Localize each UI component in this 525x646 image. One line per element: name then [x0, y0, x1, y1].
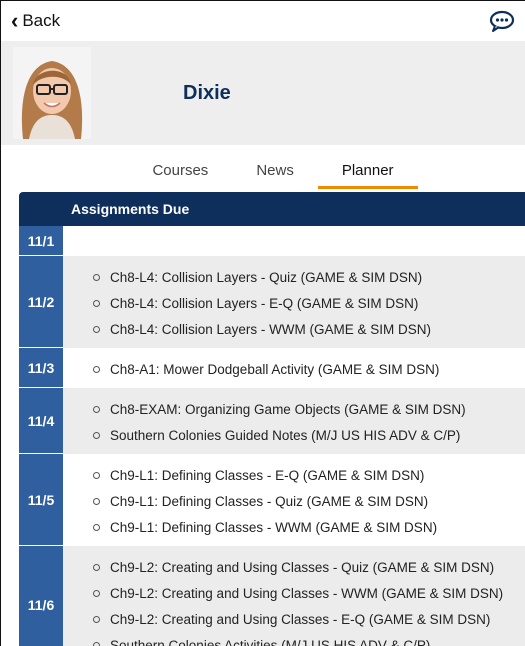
date-cell: 11/5 — [19, 454, 63, 546]
assignment-title: Ch8-L4: Collision Layers - Quiz (GAME & … — [110, 269, 423, 285]
top-bar: ‹ Back — [1, 1, 525, 41]
chat-bubble-icon[interactable] — [489, 10, 515, 32]
tab-bar: Courses News Planner — [1, 145, 525, 189]
assignment-item[interactable]: Ch8-L4: Collision Layers - E-Q (GAME & S… — [93, 290, 525, 316]
planner-day-row: 11/4 Ch8-EXAM: Organizing Game Objects (G… — [19, 388, 525, 454]
assignment-title: Ch9-L1: Defining Classes - E-Q (GAME & S… — [110, 467, 425, 483]
circle-bullet-icon — [93, 299, 100, 307]
date-cell: 11/1 — [19, 226, 63, 256]
assignment-item[interactable]: Ch9-L2: Creating and Using Classes - E-Q… — [93, 606, 525, 632]
back-button[interactable]: ‹ Back — [11, 10, 60, 32]
circle-bullet-icon — [93, 615, 100, 623]
avatar — [13, 47, 91, 139]
assignment-title: Ch9-L2: Creating and Using Classes - Qui… — [110, 559, 495, 575]
circle-bullet-icon — [93, 563, 100, 571]
planner-day-row: 11/2 Ch8-L4: Collision Layers - Quiz (GAM… — [19, 256, 525, 348]
circle-bullet-icon — [93, 431, 100, 439]
student-name: Dixie — [183, 81, 231, 104]
assignment-item[interactable]: Ch8-A1: Mower Dodgeball Activity (GAME &… — [93, 356, 525, 382]
planner-day-row: 11/6 Ch9-L2: Creating and Using Classes -… — [19, 546, 525, 646]
assignments-due-header: Assignments Due — [19, 192, 525, 226]
date-cell: 11/3 — [19, 348, 63, 388]
student-avatar-icon — [13, 47, 91, 139]
assignment-title: Ch8-A1: Mower Dodgeball Activity (GAME &… — [110, 361, 440, 377]
back-label: Back — [22, 11, 61, 30]
circle-bullet-icon — [93, 365, 100, 373]
assignment-item[interactable]: Ch9-L2: Creating and Using Classes - WWM… — [93, 580, 525, 606]
assignment-item[interactable]: Ch9-L1: Defining Classes - WWM (GAME & S… — [93, 514, 525, 540]
assignment-item[interactable]: Southern Colonies Guided Notes (M/J US H… — [93, 422, 525, 448]
assignment-list: Ch9-L2: Creating and Using Classes - Qui… — [63, 546, 525, 646]
circle-bullet-icon — [93, 641, 100, 646]
assignment-item[interactable]: Southern Colonies Activities (M/J US HIS… — [93, 632, 525, 646]
circle-bullet-icon — [93, 589, 100, 597]
circle-bullet-icon — [93, 497, 100, 505]
assignment-item[interactable]: Ch9-L2: Creating and Using Classes - Qui… — [93, 554, 525, 580]
app-frame: ‹ Back Dixie Courses News Planner Assign… — [0, 0, 525, 646]
assignment-item[interactable]: Ch8-L4: Collision Layers - Quiz (GAME & … — [93, 264, 525, 290]
assignment-item[interactable]: Ch9-L1: Defining Classes - Quiz (GAME & … — [93, 488, 525, 514]
circle-bullet-icon — [93, 273, 100, 281]
assignment-title: Southern Colonies Activities (M/J US HIS… — [110, 637, 431, 646]
profile-header: Dixie — [1, 41, 525, 145]
assignment-list — [63, 226, 525, 256]
date-cell: 11/6 — [19, 546, 63, 646]
assignment-title: Ch9-L2: Creating and Using Classes - WWM… — [110, 585, 504, 601]
assignment-item[interactable]: Ch9-L1: Defining Classes - E-Q (GAME & S… — [93, 462, 525, 488]
assignment-title: Southern Colonies Guided Notes (M/J US H… — [110, 427, 461, 443]
assignment-item[interactable]: Ch8-EXAM: Organizing Game Objects (GAME … — [93, 396, 525, 422]
circle-bullet-icon — [93, 405, 100, 413]
assignment-title: Ch8-L4: Collision Layers - E-Q (GAME & S… — [110, 295, 419, 311]
planner-day-row: 11/3 Ch8-A1: Mower Dodgeball Activity (GA… — [19, 348, 525, 388]
date-cell: 11/4 — [19, 388, 63, 454]
chevron-left-icon: ‹ — [11, 8, 19, 33]
assignment-title: Ch9-L1: Defining Classes - Quiz (GAME & … — [110, 493, 429, 509]
assignment-title: Ch8-EXAM: Organizing Game Objects (GAME … — [110, 401, 466, 417]
assignment-title: Ch9-L2: Creating and Using Classes - E-Q… — [110, 611, 491, 627]
tab-news[interactable]: News — [232, 162, 318, 189]
assignment-title: Ch9-L1: Defining Classes - WWM (GAME & S… — [110, 519, 438, 535]
assignment-item[interactable]: Ch8-L4: Collision Layers - WWM (GAME & S… — [93, 316, 525, 342]
circle-bullet-icon — [93, 523, 100, 531]
date-cell: 11/2 — [19, 256, 63, 348]
planner-rows: 11/1 11/2 Ch8-L4: Collision Layers - Quiz … — [19, 226, 525, 646]
planner-day-row: 11/5 Ch9-L1: Defining Classes - E-Q (GAME… — [19, 454, 525, 546]
assignment-list: Ch8-L4: Collision Layers - Quiz (GAME & … — [63, 256, 525, 348]
tab-courses[interactable]: Courses — [128, 162, 232, 189]
assignment-title: Ch8-L4: Collision Layers - WWM (GAME & S… — [110, 321, 432, 337]
tab-planner[interactable]: Planner — [317, 162, 418, 189]
planner-day-row: 11/1 — [19, 226, 525, 256]
circle-bullet-icon — [93, 471, 100, 479]
assignment-list: Ch8-A1: Mower Dodgeball Activity (GAME &… — [63, 348, 525, 388]
planner-table: Assignments Due 11/1 11/2 Ch8-L4: Collisio… — [19, 192, 525, 646]
assignment-list: Ch8-EXAM: Organizing Game Objects (GAME … — [63, 388, 525, 454]
assignment-list: Ch9-L1: Defining Classes - E-Q (GAME & S… — [63, 454, 525, 546]
circle-bullet-icon — [93, 325, 100, 333]
